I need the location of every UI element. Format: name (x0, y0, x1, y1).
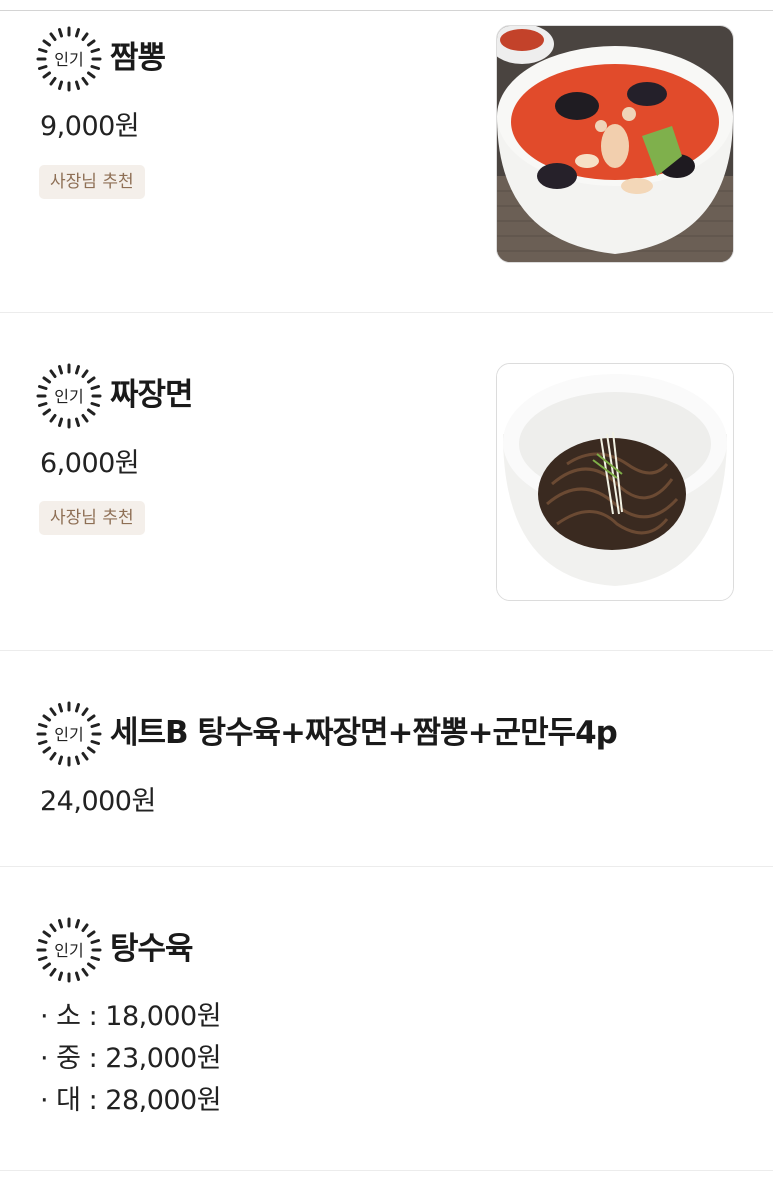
svg-text:인기: 인기 (54, 50, 83, 69)
menu-item-jajangmyeon[interactable]: 인기 짜장면 6,000원 사장님 추천 (0, 313, 773, 651)
popular-badge-icon: 인기 (36, 917, 102, 983)
recommend-tag: 사장님 추천 (39, 501, 145, 535)
svg-text:인기: 인기 (54, 941, 83, 960)
menu-name: 세트B 탕수육+짜장면+짬뽕+군만두4p (110, 715, 618, 751)
menu-item-set-b[interactable]: 인기 세트B 탕수육+짜장면+짬뽕+군만두4p 24,000원 (0, 651, 773, 867)
jjamppong-photo[interactable] (496, 25, 734, 263)
popular-badge-icon: 인기 (36, 701, 102, 767)
svg-text:인기: 인기 (54, 387, 83, 406)
menu-price: 6,000원 (40, 448, 140, 479)
svg-text:인기: 인기 (54, 725, 83, 744)
menu-name: 탕수육 (110, 931, 194, 967)
jajangmyeon-photo[interactable] (496, 363, 734, 601)
size-option-medium: · 중 : 23,000원 (40, 1043, 222, 1074)
popular-badge-icon: 인기 (36, 363, 102, 429)
recommend-tag: 사장님 추천 (39, 165, 145, 199)
menu-price: 24,000원 (40, 786, 156, 817)
menu-price: 9,000원 (40, 111, 140, 142)
menu-item-tangsuyuk[interactable]: 인기 탕수육 · 소 : 18,000원 · 중 : 23,000원 · 대 :… (0, 867, 773, 1171)
menu-item-jjamppong[interactable]: 인기 짬뽕 9,000원 사장님 추천 (0, 11, 773, 313)
popular-badge-icon: 인기 (36, 26, 102, 92)
size-option-large: · 대 : 28,000원 (40, 1085, 222, 1116)
size-option-small: · 소 : 18,000원 (40, 1001, 222, 1032)
menu-name: 짜장면 (110, 377, 194, 413)
menu-name: 짬뽕 (110, 40, 166, 76)
